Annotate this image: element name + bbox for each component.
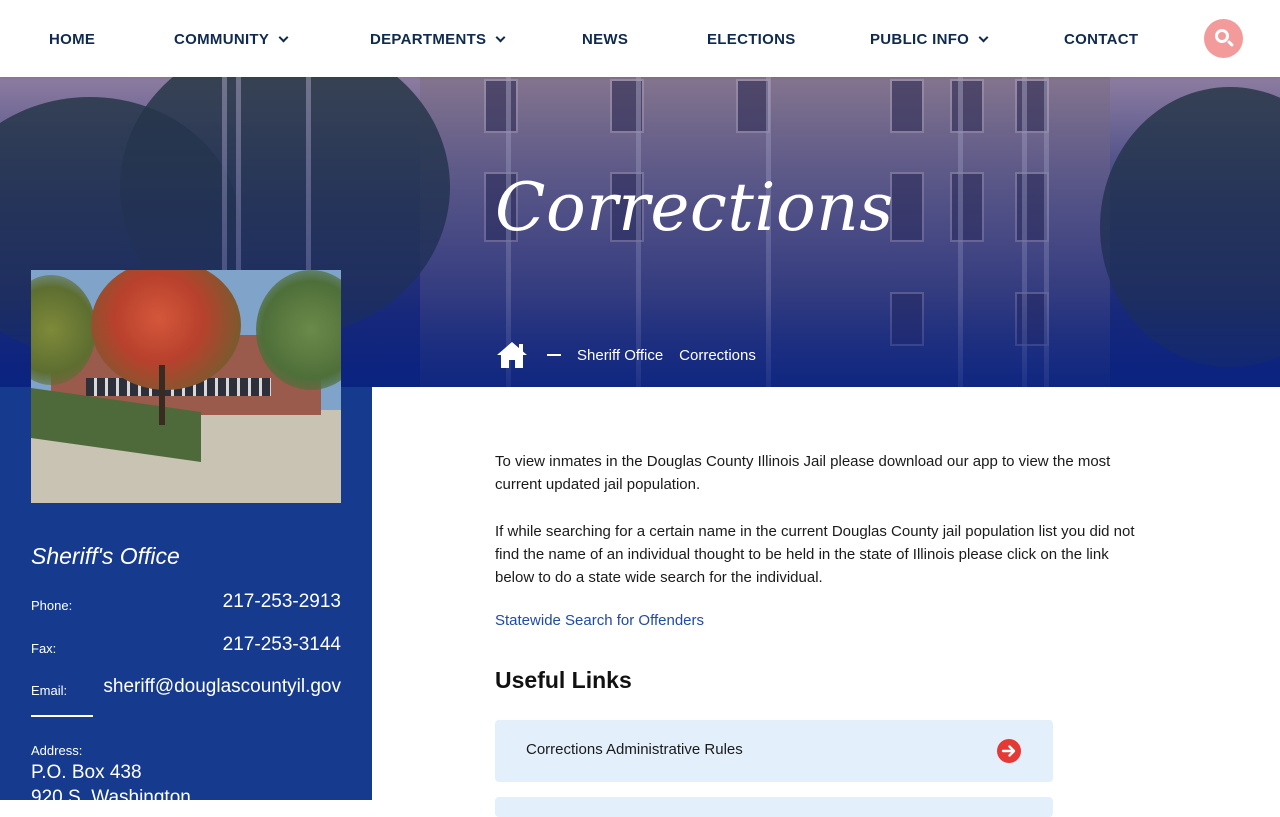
address-line-1: P.O. Box 438 [31, 762, 142, 783]
nav-home-label: HOME [49, 30, 96, 48]
email-label: Email: [31, 683, 68, 698]
breadcrumb-separator [547, 354, 561, 356]
search-paragraph: If while searching for a certain name in… [495, 523, 1135, 586]
fax-label: Fax: [31, 641, 57, 656]
phone-label: Phone: [31, 598, 73, 613]
nav-news-label: NEWS [582, 30, 629, 48]
top-navigation: HOME COMMUNITY DEPARTMENTS NEWS ELECTION… [0, 0, 1280, 77]
nav-news[interactable]: NEWS [582, 30, 628, 48]
nav-departments[interactable]: DEPARTMENTS [370, 30, 506, 48]
nav-community[interactable]: COMMUNITY [174, 30, 289, 48]
nav-departments-label: DEPARTMENTS [370, 30, 487, 48]
statewide-search-link[interactable]: Statewide Search for Offenders [495, 612, 704, 629]
useful-link-label: Corrections Administrative Rules [526, 741, 743, 758]
divider [31, 715, 93, 717]
email-link[interactable]: sheriff@douglascountyil.gov [103, 676, 341, 698]
nav-elections[interactable]: ELECTIONS [707, 30, 796, 48]
nav-public-info[interactable]: PUBLIC INFO [870, 30, 989, 48]
nav-public-info-label: PUBLIC INFO [870, 30, 970, 48]
address-label: Address: [31, 743, 83, 758]
useful-links-heading: Useful Links [495, 667, 632, 693]
breadcrumb-sheriff-office[interactable]: Sheriff Office [577, 347, 663, 364]
home-icon[interactable] [495, 340, 529, 370]
breadcrumb: Sheriff Office Corrections [495, 340, 756, 370]
useful-link-next[interactable] [495, 797, 1053, 817]
breadcrumb-corrections: Corrections [679, 346, 756, 364]
chevron-down-icon [495, 32, 506, 42]
intro-paragraph: To view inmates in the Douglas County Il… [495, 453, 1111, 493]
useful-link-corrections-rules[interactable]: Corrections Administrative Rules [495, 720, 1053, 782]
page-title: Corrections [495, 169, 894, 246]
fax-value: 217-253-3144 [222, 634, 341, 655]
sheriff-office-photo [31, 270, 341, 503]
chevron-down-icon [978, 32, 989, 42]
nav-home[interactable]: HOME [49, 30, 95, 48]
arrow-right-circle-icon [997, 739, 1021, 763]
search-button[interactable] [1204, 19, 1243, 58]
nav-elections-label: ELECTIONS [707, 30, 796, 48]
nav-contact-label: CONTACT [1064, 30, 1139, 48]
phone-value[interactable]: 217-253-2913 [223, 591, 341, 613]
chevron-down-icon [278, 32, 289, 42]
nav-contact[interactable]: CONTACT [1064, 30, 1138, 48]
sidebar-title: Sheriff's Office [31, 543, 180, 569]
nav-community-label: COMMUNITY [174, 30, 270, 48]
address-line-2: 920 S. Washington [31, 787, 191, 808]
